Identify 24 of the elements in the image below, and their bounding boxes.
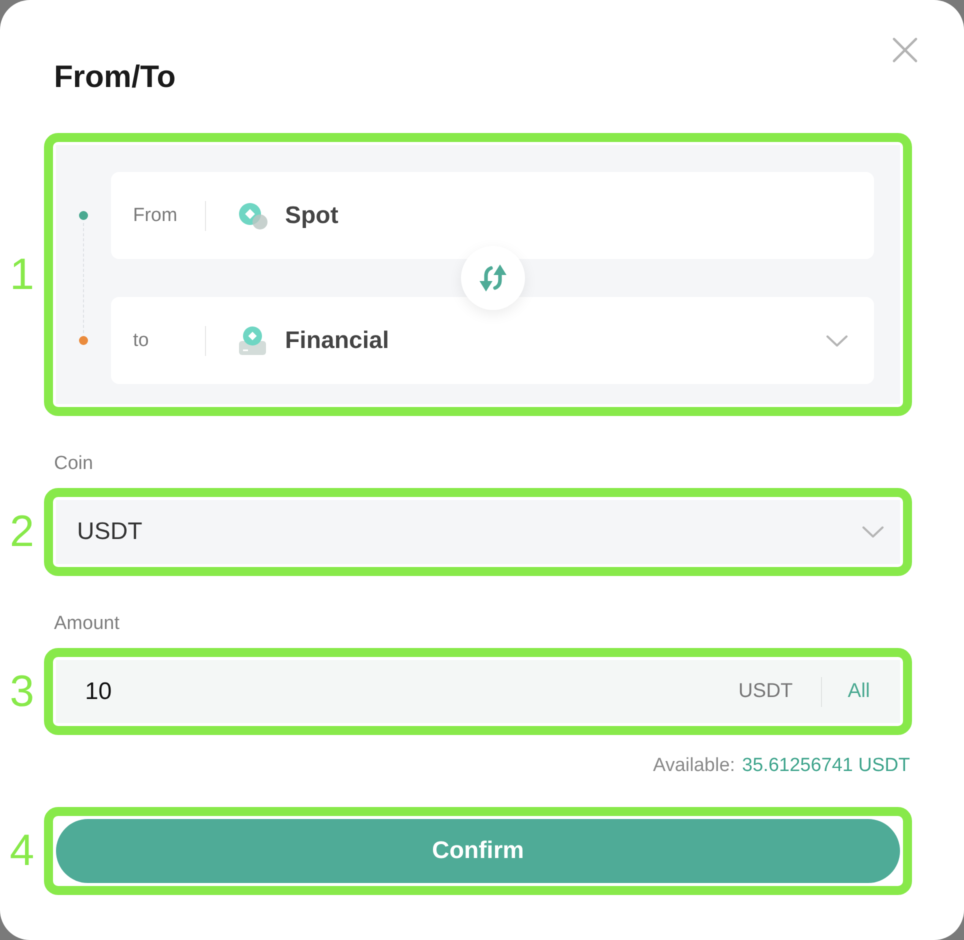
dialog-title: From/To [54,58,176,96]
swap-arrows-icon [476,263,508,293]
callout-number: 3 [10,668,34,716]
field-label: Coin [54,452,94,476]
coin-select[interactable]: USDT [56,500,900,564]
available-balance: 35.61256741 USDT [742,754,910,778]
callout-number: 1 [10,250,34,298]
close-icon[interactable] [892,37,918,63]
coin-wallet-icon [237,326,268,356]
amount-field[interactable]: 10 USDT All [56,660,900,723]
field-label: Amount [54,612,120,636]
callout-number: 2 [10,508,34,556]
chevron-down-icon[interactable] [826,334,848,346]
account-role-label: From [133,204,178,228]
chevron-down-icon[interactable] [862,526,884,538]
coin-stack-icon [237,200,268,230]
unit-label: USDT [738,680,793,703]
account-name: Spot [285,200,338,230]
callout-number: 4 [10,827,34,875]
account-name: Financial [285,326,390,356]
account-card[interactable]: to Financial [111,297,874,384]
account-card[interactable]: From Spot [111,172,874,259]
account-role-label: to [133,328,150,352]
available-label: Available: [653,754,736,778]
